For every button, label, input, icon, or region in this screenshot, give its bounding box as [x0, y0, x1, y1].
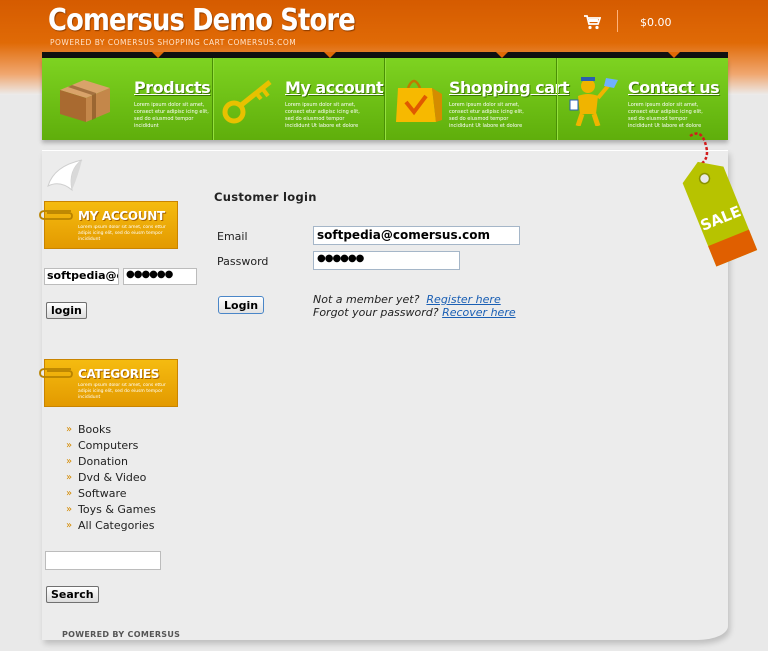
shopping-cart-icon[interactable]: [583, 14, 601, 30]
shopping-bag-icon: [396, 79, 442, 122]
category-link-donation[interactable]: Donation: [66, 454, 156, 470]
category-link-computers[interactable]: Computers: [66, 438, 156, 454]
login-heading: Customer login: [214, 190, 317, 204]
powered-by-footer: POWERED BY COMERSUS: [62, 630, 181, 639]
my-account-title: MY ACCOUNT: [78, 209, 165, 223]
category-list: Books Computers Donation Dvd & Video Sof…: [66, 422, 156, 534]
login-button[interactable]: Login: [218, 296, 265, 314]
password-field[interactable]: ●●●●●●: [313, 251, 460, 270]
forgot-password-text: Forgot your password?: [313, 306, 439, 319]
nav-notch: [496, 52, 508, 58]
nav-notch: [152, 52, 164, 58]
search-button[interactable]: Search: [46, 586, 99, 603]
nav-title-contact-us[interactable]: Contact us: [628, 78, 720, 97]
register-link[interactable]: Register here: [426, 293, 500, 306]
not-member-text: Not a member yet?: [313, 293, 420, 306]
store-subtitle: POWERED BY COMERSUS SHOPPING CART COMERS…: [50, 38, 297, 47]
category-link-dvd-video[interactable]: Dvd & Video: [66, 470, 156, 486]
recover-link[interactable]: Recover here: [442, 306, 516, 319]
category-link-toys-games[interactable]: Toys & Games: [66, 502, 156, 518]
nav-desc-shopping-cart: Lorem ipsum dolor sit amet, consect etur…: [449, 102, 524, 129]
nav-item-products[interactable]: Products Lorem ipsum dolor sit amet, con…: [42, 52, 213, 140]
nav-title-shopping-cart[interactable]: Shopping cart: [449, 78, 570, 97]
page-curl-icon: [47, 159, 83, 192]
search-input[interactable]: [45, 551, 161, 570]
nav-title-products[interactable]: Products: [134, 78, 211, 97]
nav-title-my-account[interactable]: My account: [285, 78, 384, 97]
register-note: Not a member yet? Register here: [313, 293, 501, 306]
my-account-banner: MY ACCOUNT Lorem ipsum dolor sit amet, c…: [39, 201, 178, 249]
password-label: Password: [217, 255, 269, 268]
cart-total[interactable]: $0.00: [640, 16, 672, 29]
categories-banner: CATEGORIES Lorem ipsum dolor sit amet, c…: [39, 359, 178, 407]
sale-tag-icon[interactable]: SALE: [680, 126, 768, 268]
sidebar-login-button[interactable]: login: [46, 302, 87, 319]
email-label: Email: [217, 230, 248, 243]
category-link-books[interactable]: Books: [66, 422, 156, 438]
my-account-desc: Lorem ipsum dolor sit amet, cons ettur a…: [78, 225, 166, 242]
category-link-all[interactable]: All Categories: [66, 518, 156, 534]
sidebar-password-input[interactable]: ●●●●●●: [123, 268, 197, 285]
paperclip-icon: [39, 210, 73, 220]
main-nav: Products Lorem ipsum dolor sit amet, con…: [42, 52, 728, 140]
mail-person-icon: [569, 77, 618, 126]
paperclip-icon: [39, 368, 73, 378]
sidebar-email-input[interactable]: softpedia@comersus.com: [44, 268, 119, 285]
nav-desc-products: Lorem ipsum dolor sit amet, consect etur…: [134, 102, 209, 129]
package-icon: [60, 80, 110, 122]
categories-title: CATEGORIES: [78, 367, 160, 381]
nav-notch: [324, 52, 336, 58]
categories-desc: Lorem ipsum dolor sit amet, cons ettur a…: [78, 383, 166, 400]
nav-notch: [668, 52, 680, 58]
recover-note: Forgot your password? Recover here: [313, 306, 516, 319]
nav-item-my-account[interactable]: My account Lorem ipsum dolor sit amet, c…: [213, 52, 385, 140]
nav-desc-my-account: Lorem ipsum dolor sit amet, consect etur…: [285, 102, 360, 129]
key-icon: [222, 80, 272, 124]
cart-divider: [617, 10, 618, 32]
store-title[interactable]: Comersus Demo Store: [48, 3, 356, 38]
email-field[interactable]: softpedia@comersus.com: [313, 226, 520, 245]
nav-item-shopping-cart[interactable]: Shopping cart Lorem ipsum dolor sit amet…: [385, 52, 570, 140]
category-link-software[interactable]: Software: [66, 486, 156, 502]
